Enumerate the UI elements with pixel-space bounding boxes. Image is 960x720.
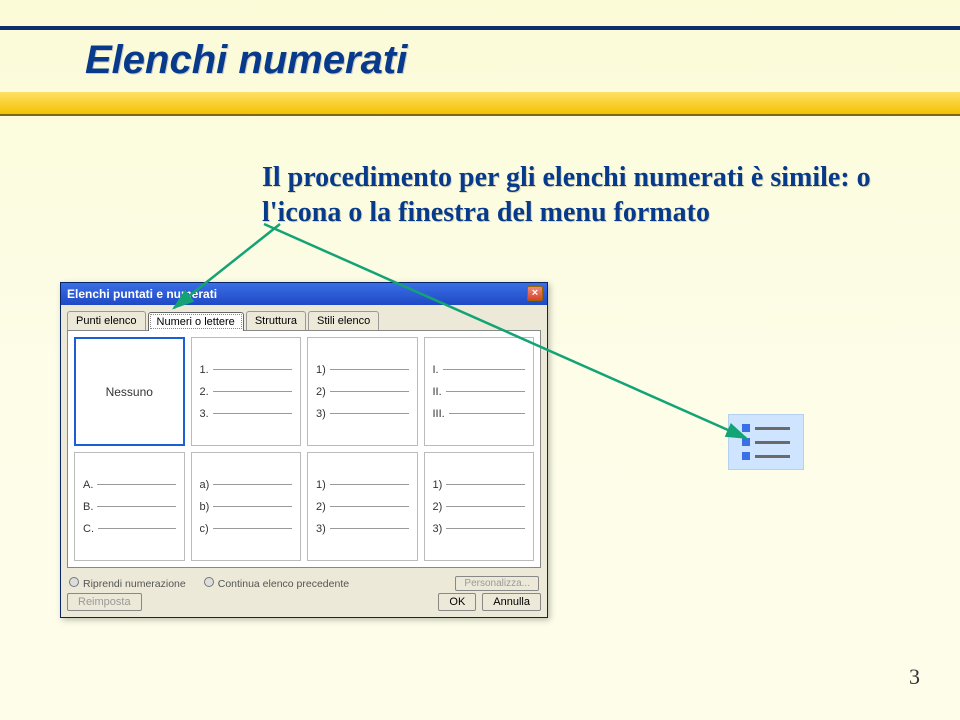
rule-gold: [0, 92, 960, 114]
option-none[interactable]: Nessuno: [74, 337, 185, 446]
num-label: I.: [433, 364, 439, 376]
tab-outline[interactable]: Struttura: [246, 311, 306, 330]
bullets-numbering-dialog: Elenchi puntati e numerati × Punti elenc…: [60, 282, 548, 618]
num-label: 3): [316, 408, 326, 420]
option-decimal-paren-b[interactable]: 1) 2) 3): [307, 452, 418, 561]
reset-button[interactable]: Reimposta: [67, 593, 142, 611]
dialog-panel: Nessuno 1. 2. 3. 1) 2) 3) I. II. III. A.…: [67, 330, 541, 568]
num-label: 2): [316, 386, 326, 398]
tab-list-styles[interactable]: Stili elenco: [308, 311, 379, 330]
customize-button[interactable]: Personalizza...: [455, 576, 539, 591]
numbered-list-icon[interactable]: [728, 414, 804, 470]
num-label: 2): [316, 501, 326, 513]
num-label: 1): [433, 479, 443, 491]
num-label: 2.: [200, 386, 209, 398]
num-label: 3.: [200, 408, 209, 420]
slide-body: Il procedimento per gli elenchi numerati…: [262, 160, 902, 230]
num-label: C.: [83, 523, 94, 535]
option-roman[interactable]: I. II. III.: [424, 337, 535, 446]
num-label: 3): [316, 523, 326, 535]
page-number: 3: [909, 664, 920, 690]
radio-restart[interactable]: Riprendi numerazione: [69, 577, 186, 590]
slide-title: Elenchi numerati: [85, 38, 407, 83]
option-decimal-paren-c[interactable]: 1) 2) 3): [424, 452, 535, 561]
option-decimal-period[interactable]: 1. 2. 3.: [191, 337, 302, 446]
num-label: III.: [433, 408, 445, 420]
option-upper-alpha[interactable]: A. B. C.: [74, 452, 185, 561]
num-label: II.: [433, 386, 442, 398]
dialog-title: Elenchi puntati e numerati: [67, 287, 217, 301]
num-label: 2): [433, 501, 443, 513]
option-lower-alpha[interactable]: a) b) c): [191, 452, 302, 561]
cancel-button[interactable]: Annulla: [482, 593, 541, 611]
num-label: 3): [433, 523, 443, 535]
dialog-button-row: Reimposta OK Annulla: [67, 593, 541, 611]
dialog-tabs: Punti elenco Numeri o lettere Struttura …: [61, 305, 547, 330]
option-decimal-paren[interactable]: 1) 2) 3): [307, 337, 418, 446]
tab-bullets[interactable]: Punti elenco: [67, 311, 146, 330]
num-label: 1): [316, 364, 326, 376]
close-icon[interactable]: ×: [527, 286, 543, 301]
num-label: A.: [83, 479, 93, 491]
dialog-options-row: Riprendi numerazione Continua elenco pre…: [61, 572, 547, 594]
num-label: 1): [316, 479, 326, 491]
dialog-titlebar[interactable]: Elenchi puntati e numerati ×: [61, 283, 547, 305]
number-style-grid: Nessuno 1. 2. 3. 1) 2) 3) I. II. III. A.…: [74, 337, 534, 561]
radio-continue[interactable]: Continua elenco precedente: [204, 577, 349, 590]
ok-button[interactable]: OK: [438, 593, 476, 611]
rule-top-dark: [0, 26, 960, 30]
num-label: a): [200, 479, 210, 491]
num-label: c): [200, 523, 209, 535]
num-label: 1.: [200, 364, 209, 376]
num-label: b): [200, 501, 210, 513]
rule-gold-shadow: [0, 114, 960, 116]
tab-numbers[interactable]: Numeri o lettere: [148, 312, 244, 331]
num-label: B.: [83, 501, 93, 513]
